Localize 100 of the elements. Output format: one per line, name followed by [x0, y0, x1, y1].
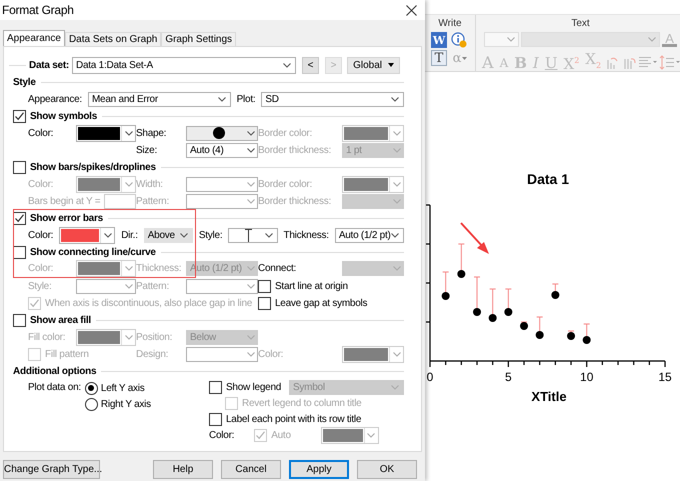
- checkbox-label: Show error bars: [30, 213, 103, 224]
- dropdown[interactable]: [186, 126, 258, 141]
- chevron-icon: [124, 334, 132, 340]
- chevron-icon: [392, 182, 400, 187]
- field-label: Pattern:: [136, 280, 170, 292]
- field-label: Color:: [28, 128, 54, 139]
- checkbox[interactable]: [13, 314, 26, 327]
- data-point: [473, 308, 481, 316]
- checkbox[interactable]: [13, 212, 26, 225]
- field-label: Color:: [28, 230, 54, 241]
- field-label: Color:: [258, 349, 284, 360]
- field-label: Bars begin at Y =: [28, 196, 100, 208]
- checkbox[interactable]: [258, 297, 271, 310]
- previous-button[interactable]: <: [302, 56, 320, 74]
- group-label: Write: [438, 18, 462, 29]
- dropdown[interactable]: Auto (4): [186, 143, 258, 158]
- chevron-icon: [247, 352, 255, 358]
- chevron-icon: [391, 385, 399, 390]
- chevron-icon: [393, 199, 401, 204]
- dropdown[interactable]: Auto (1/2 pt): [334, 228, 404, 243]
- checkbox-label: Fill pattern: [45, 349, 89, 360]
- field-label: Position:: [136, 332, 174, 343]
- chevron-icon: [124, 182, 132, 187]
- toolbar-button[interactable]: W: [431, 32, 447, 48]
- data-point: [504, 308, 512, 316]
- field-label: Color:: [209, 430, 234, 441]
- chevron-icon: [393, 148, 401, 154]
- chevron-icon: [104, 232, 112, 238]
- data-point: [536, 331, 544, 339]
- tab[interactable]: Data Sets on Graph: [64, 32, 162, 46]
- chevron-icon: [247, 199, 255, 204]
- checkbox-label: Show area fill: [30, 315, 91, 326]
- color-dropdown[interactable]: [59, 226, 116, 244]
- dialog-button[interactable]: Apply: [289, 460, 349, 479]
- chevron-icon: [247, 334, 255, 340]
- field-label: Plot data on:: [28, 382, 81, 394]
- checkbox[interactable]: [258, 280, 271, 293]
- info-icon[interactable]: [451, 32, 467, 48]
- chevron-icon: [247, 266, 255, 272]
- field-label: Shape:: [136, 128, 168, 139]
- field-label: Style:: [28, 280, 53, 292]
- data-point: [551, 291, 560, 299]
- chevron-icon: [124, 130, 132, 136]
- window-title: Format Graph: [2, 3, 74, 17]
- checkbox[interactable]: [13, 110, 26, 123]
- checkbox[interactable]: [13, 161, 26, 174]
- error-bar-icon: [244, 228, 252, 242]
- close-icon[interactable]: [406, 4, 417, 16]
- data-point: [457, 270, 466, 278]
- chevron-icon: [264, 232, 273, 238]
- field-label: Data set:: [29, 60, 69, 70]
- toolbar-button[interactable]: T: [431, 50, 447, 66]
- field-label: Style:: [198, 230, 222, 241]
- chevron-icon: [391, 97, 400, 102]
- field-label: Design:: [136, 349, 170, 360]
- field-label: Fill color:: [28, 332, 66, 343]
- dropdown[interactable]: Data 1:Data Set-A: [72, 56, 296, 74]
- checkbox[interactable]: [209, 413, 222, 426]
- data-point: [442, 292, 450, 300]
- dropdown[interactable]: Above: [144, 228, 193, 243]
- chevron-icon: [180, 232, 188, 238]
- tick-label: 0: [426, 370, 434, 384]
- dialog-button[interactable]: Help: [153, 460, 213, 479]
- scope-dropdown[interactable]: Global: [347, 56, 400, 74]
- chevron-icon: [367, 433, 376, 438]
- color-dropdown[interactable]: [76, 124, 136, 142]
- dropdown[interactable]: [228, 228, 278, 243]
- field-label: Plot:: [236, 94, 256, 106]
- dialog-button[interactable]: Change Graph Type...: [3, 460, 100, 479]
- field-label: Border color:: [258, 128, 313, 139]
- field-label: Thickness:: [136, 263, 182, 274]
- dropdown[interactable]: SD: [261, 92, 404, 108]
- group-label: Text: [571, 18, 590, 29]
- caret-icon: [388, 63, 394, 67]
- radio-button[interactable]: [84, 398, 98, 410]
- chevron-icon: [283, 62, 292, 68]
- caret-icon: [462, 56, 468, 60]
- chevron-icon: [247, 182, 255, 187]
- data-point: [582, 336, 591, 344]
- chevron-icon: [124, 266, 132, 272]
- field-label: Thickness:: [284, 230, 329, 241]
- checkbox[interactable]: [209, 381, 222, 394]
- checkbox-label: Revert legend to column title: [242, 398, 362, 409]
- tab[interactable]: Graph Settings: [161, 32, 236, 46]
- checkbox[interactable]: [13, 246, 26, 258]
- field-label: Border color:: [258, 178, 313, 190]
- chevron-icon: [247, 130, 255, 136]
- chevron-icon: [393, 266, 401, 272]
- checkbox-label: Show bars/spikes/droplines: [30, 162, 156, 173]
- checkbox-label: Label each point with its row title: [226, 414, 362, 425]
- dropdown[interactable]: Mean and Error: [88, 92, 231, 108]
- checkbox-label: Start line at origin: [275, 280, 348, 292]
- tab[interactable]: Appearance: [3, 30, 65, 46]
- dialog-button[interactable]: Cancel: [221, 460, 281, 479]
- field-label: Border thickness:: [258, 196, 332, 208]
- chevron-icon: [125, 284, 133, 289]
- checkbox-label: Leave gap at symbols: [275, 298, 368, 310]
- dialog-button[interactable]: OK: [357, 460, 417, 479]
- radio-button[interactable]: [84, 382, 98, 394]
- field-label: Size:: [136, 145, 158, 156]
